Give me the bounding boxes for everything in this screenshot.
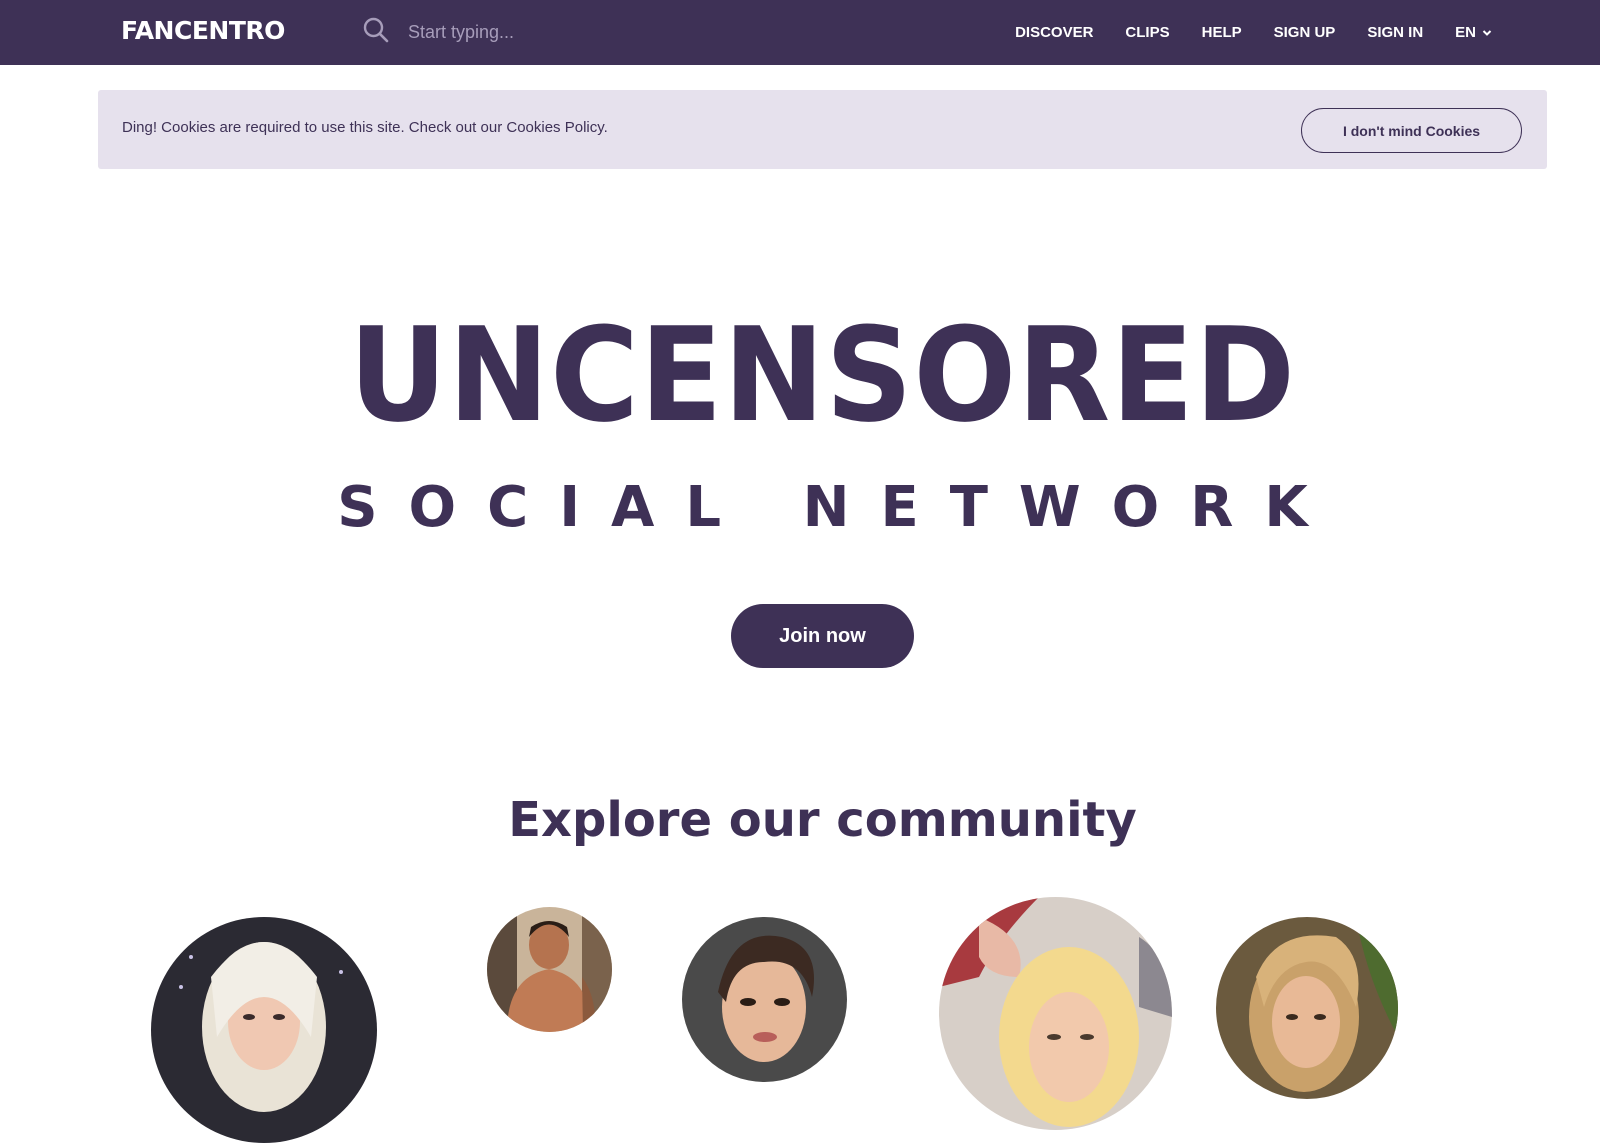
cookie-message: Ding! Cookies are required to use this s…	[122, 119, 608, 136]
profile-photo	[151, 917, 377, 1143]
community-avatar[interactable]	[939, 897, 1172, 1130]
community-title: Explore our community	[508, 792, 1137, 848]
nav-discover[interactable]: DISCOVER	[1015, 24, 1093, 41]
nav-sign-up[interactable]: SIGN UP	[1274, 24, 1336, 41]
community-avatar[interactable]	[682, 917, 847, 1082]
search-input[interactable]	[396, 16, 726, 48]
search-icon[interactable]	[363, 17, 389, 43]
nav-sign-in[interactable]: SIGN IN	[1367, 24, 1423, 41]
hero-subtitle: SOCIAL NETWORK	[337, 475, 1339, 540]
main-nav: DISCOVER CLIPS HELP SIGN UP SIGN IN EN	[1015, 0, 1492, 65]
profile-photo	[1216, 917, 1398, 1099]
nav-help[interactable]: HELP	[1202, 24, 1242, 41]
community-avatar[interactable]	[151, 917, 377, 1143]
language-selector[interactable]: EN	[1455, 24, 1492, 41]
hero-title: UNCENSORED	[348, 299, 1296, 451]
accept-cookies-button[interactable]: I don't mind Cookies	[1301, 108, 1522, 153]
language-label: EN	[1455, 24, 1476, 41]
nav-clips[interactable]: CLIPS	[1125, 24, 1169, 41]
profile-photo	[939, 897, 1172, 1130]
profile-photo	[682, 917, 847, 1082]
community-avatar[interactable]	[1216, 917, 1398, 1099]
cookie-banner: Ding! Cookies are required to use this s…	[98, 90, 1547, 169]
community-avatar[interactable]	[487, 907, 612, 1032]
top-navigation-bar: FANCENTRO DISCOVER CLIPS HELP SIGN UP SI…	[0, 0, 1600, 65]
join-now-button[interactable]: Join now	[731, 604, 914, 668]
chevron-down-icon	[1482, 29, 1492, 36]
fancentro-logo[interactable]: FANCENTRO	[121, 14, 285, 48]
profile-photo	[487, 907, 612, 1032]
